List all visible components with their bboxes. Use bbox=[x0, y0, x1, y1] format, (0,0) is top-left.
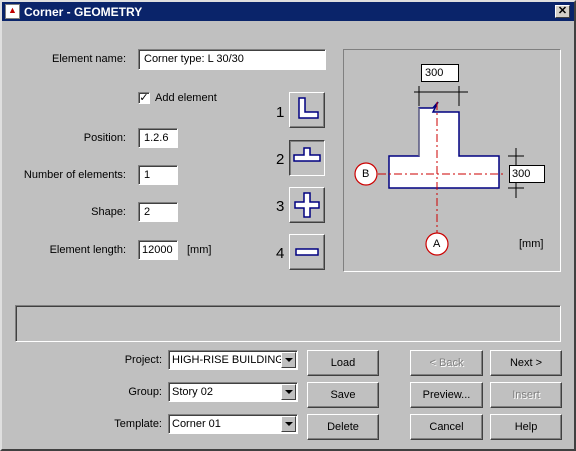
right-dimension-value: 300 bbox=[509, 165, 545, 183]
delete-button[interactable]: Delete bbox=[307, 414, 379, 440]
template-value: Corner 01 bbox=[172, 418, 221, 430]
shape-button-3[interactable] bbox=[289, 187, 325, 223]
shape-button-4[interactable] bbox=[289, 234, 325, 270]
save-button[interactable]: Save bbox=[307, 382, 379, 408]
group-value: Story 02 bbox=[172, 386, 213, 398]
top-dimension-value: 300 bbox=[421, 64, 459, 82]
position-label: Position: bbox=[83, 132, 126, 144]
shape-label: Shape: bbox=[91, 206, 126, 218]
element-name-label: Element name: bbox=[52, 53, 126, 65]
project-label: Project: bbox=[124, 354, 162, 366]
help-button[interactable]: Help bbox=[490, 414, 562, 440]
template-dropdown[interactable]: Corner 01 bbox=[168, 414, 298, 434]
add-element-checkbox[interactable]: ✓ bbox=[138, 92, 150, 104]
app-icon: ▲ bbox=[5, 4, 20, 19]
back-button[interactable]: < Back bbox=[410, 350, 483, 376]
element-length-field[interactable]: 12000 bbox=[138, 240, 178, 260]
template-label: Template: bbox=[114, 418, 162, 430]
chevron-down-icon[interactable] bbox=[281, 384, 296, 400]
close-button[interactable]: ✕ bbox=[555, 5, 570, 18]
t-corner-icon bbox=[293, 147, 321, 162]
cancel-button[interactable]: Cancel bbox=[410, 414, 483, 440]
next-button[interactable]: Next > bbox=[490, 350, 562, 376]
project-value: HIGH-RISE BUILDING bbox=[172, 354, 284, 366]
preview-button[interactable]: Preview... bbox=[410, 382, 483, 408]
number-of-elements-field[interactable]: 1 bbox=[138, 165, 178, 185]
load-button[interactable]: Load bbox=[307, 350, 379, 376]
add-element-label: Add element bbox=[155, 92, 217, 104]
group-dropdown[interactable]: Story 02 bbox=[168, 382, 298, 402]
shape-button-1[interactable] bbox=[289, 92, 325, 128]
geometry-preview-panel: 300 300 A B [mm] bbox=[343, 49, 561, 272]
shape-number-3: 3 bbox=[276, 198, 285, 215]
chevron-down-icon[interactable] bbox=[281, 352, 296, 368]
number-of-elements-label: Number of elements: bbox=[23, 169, 126, 181]
length-unit-label: [mm] bbox=[187, 244, 212, 256]
diagram-unit-label: [mm] bbox=[519, 238, 544, 250]
shape-number-1: 1 bbox=[276, 104, 285, 121]
t-wall-shape bbox=[388, 101, 500, 189]
shape-button-2[interactable] bbox=[289, 140, 325, 176]
shape-number-4: 4 bbox=[276, 245, 285, 262]
element-length-label: Element length: bbox=[49, 244, 126, 256]
shape-field[interactable]: 2 bbox=[138, 202, 178, 222]
l-corner-icon bbox=[298, 97, 319, 119]
chevron-down-icon[interactable] bbox=[281, 416, 296, 432]
element-name-field[interactable]: Corner type: L 30/30 bbox=[138, 49, 326, 70]
straight-wall-icon bbox=[295, 248, 319, 256]
title-bar: ▲ Corner - GEOMETRY ✕ bbox=[2, 2, 574, 21]
axis-b-label: B bbox=[362, 168, 370, 180]
window-title: Corner - GEOMETRY bbox=[24, 5, 143, 19]
group-label: Group: bbox=[128, 386, 162, 398]
project-dropdown[interactable]: HIGH-RISE BUILDING bbox=[168, 350, 298, 370]
insert-button[interactable]: Insert bbox=[490, 382, 562, 408]
message-panel bbox=[15, 305, 561, 342]
cross-corner-icon bbox=[294, 192, 320, 218]
position-field[interactable]: 1.2.6 bbox=[138, 128, 178, 148]
axis-a-label: A bbox=[433, 238, 441, 250]
shape-number-2: 2 bbox=[276, 151, 285, 168]
